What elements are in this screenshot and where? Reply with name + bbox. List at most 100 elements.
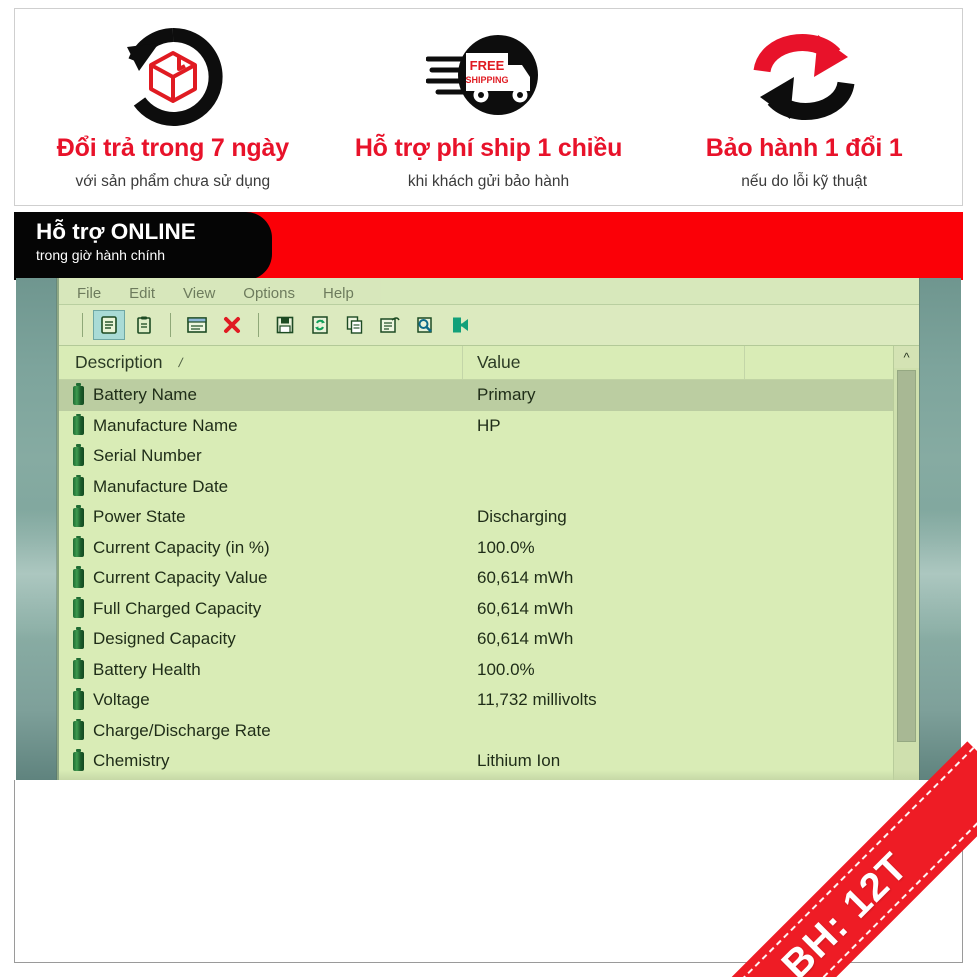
promo-feature-subtitle: với sản phẩm chưa sử dụng [75,172,271,190]
row-value-cell: Primary [477,385,536,405]
svg-text:FREE: FREE [469,58,504,73]
column-header-description-label: Description [75,352,163,372]
row-description-cell: Designed Capacity [59,627,463,649]
return-box-icon [119,21,227,133]
row-description-label: Power State [93,507,186,527]
free-shipping-truck-icon: FREE SHIPPING [425,21,552,133]
battery-icon [73,596,84,619]
menu-item-file[interactable]: File [77,285,101,302]
find-icon[interactable] [409,310,441,340]
html-report-icon[interactable] [374,310,406,340]
row-value-cell: 100.0% [477,537,535,557]
battery-icon [73,413,84,436]
menu-item-view[interactable]: View [183,285,215,302]
column-header-value[interactable]: Value [463,346,745,379]
row-description-cell: Serial Number [59,444,463,466]
sort-indicator-icon: / [176,355,184,370]
support-title: Hỗ trợ ONLINE [36,219,196,244]
table-row[interactable]: Voltage 11,732 millivolts [59,685,893,716]
promo-banner: Đổi trả trong 7 ngày với sản phẩm chưa s… [14,8,963,206]
column-headers: Description / Value [59,346,893,380]
row-description-cell: Manufacture Name [59,413,463,436]
scrollbar-thumb[interactable] [897,370,916,742]
row-description-label: Current Capacity Value [93,568,268,588]
toolbar-separator [82,313,83,337]
delete-red-x-icon[interactable] [216,310,248,340]
scroll-up-arrow-icon[interactable]: ^ [894,346,919,368]
list-rows: Battery Name Primary Manufacture Name HP Ser… [59,380,893,780]
row-description-cell: Chemistry [59,749,463,771]
copy-icon[interactable] [339,310,371,340]
battery-icon [73,657,84,680]
menu-item-options[interactable]: Options [243,285,295,302]
refresh-icon[interactable] [304,310,336,340]
table-row[interactable]: Full Charged Capacity 60,614 mWh [59,594,893,625]
battery-icon [73,566,84,588]
menu-item-help[interactable]: Help [323,285,354,302]
table-row[interactable]: Battery Health 100.0% [59,655,893,686]
row-description-label: Current Capacity (in %) [93,537,270,557]
support-subtitle: trong giờ hành chính [36,246,166,263]
vertical-scrollbar[interactable]: ^ [893,346,919,780]
row-value-cell: 60,614 mWh [477,568,574,588]
window-bottom-fade [59,770,919,780]
row-description-cell: Battery Name [59,383,463,405]
toolbar [59,304,919,346]
properties-icon[interactable] [93,310,125,340]
warranty-exchange-icon [748,21,860,133]
row-value-cell: Lithium Ion [477,751,561,771]
battery-icon [73,474,84,497]
battery-icon [73,444,84,466]
row-description-label: Manufacture Name [93,415,238,435]
promo-feature-warranty: Bảo hành 1 đổi 1 nếu do lỗi kỹ thuật [646,9,962,205]
row-value-cell: HP [477,415,501,435]
row-description-cell: Battery Health [59,657,463,680]
battery-icon [73,383,84,405]
toolbar-separator [170,313,171,337]
row-value-cell: 100.0% [477,659,535,679]
promo-feature-subtitle: khi khách gửi bảo hành [407,172,570,190]
row-description-label: Charge/Discharge Rate [93,720,271,740]
row-description-label: Manufacture Date [93,476,229,496]
battery-icon [73,688,84,710]
clipboard-icon[interactable] [128,310,160,340]
table-row[interactable]: Current Capacity (in %) 100.0% [59,533,893,564]
promo-feature-title: Đổi trả trong 7 ngày [56,134,289,162]
row-description-label: Battery Health [93,659,201,679]
menu-item-edit[interactable]: Edit [129,285,155,302]
row-description-label: Designed Capacity [93,629,236,649]
battery-icon [73,535,84,558]
row-description-label: Voltage [93,690,150,710]
toolbar-separator [258,313,259,337]
window-view-icon[interactable] [181,310,213,340]
row-description-cell: Power State [59,505,463,527]
product-listing-image: Đổi trả trong 7 ngày với sản phẩm chưa s… [0,0,977,977]
row-description-cell: Voltage [59,688,463,710]
column-header-description[interactable]: Description / [59,346,463,379]
table-row[interactable]: Battery Name Primary [59,380,893,411]
table-row[interactable]: Power State Discharging [59,502,893,533]
exit-door-icon[interactable] [444,310,476,340]
table-row[interactable]: Manufacture Name HP [59,411,893,442]
column-header-value-label: Value [477,352,521,372]
row-description-label: Chemistry [93,751,170,771]
promo-feature-title: Bảo hành 1 đổi 1 [705,134,903,162]
table-row[interactable]: Charge/Discharge Rate [59,716,893,747]
promo-feature-title: Hỗ trợ phí ship 1 chiều [354,134,623,162]
promo-feature-subtitle: nếu do lỗi kỹ thuật [741,172,868,190]
row-value-cell: 60,614 mWh [477,629,574,649]
battery-icon [73,718,84,741]
table-row[interactable]: Serial Number [59,441,893,472]
row-description-label: Battery Name [93,385,197,405]
row-description-cell: Current Capacity Value [59,566,463,588]
row-description-cell: Full Charged Capacity [59,596,463,619]
battery-icon [73,749,84,771]
row-description-cell: Manufacture Date [59,474,463,497]
save-floppy-icon[interactable] [269,310,301,340]
battery-info-window: File Edit View Options Help Description … [57,278,919,780]
table-row[interactable]: Manufacture Date [59,472,893,503]
row-value-cell: Discharging [477,507,567,527]
battery-icon [73,505,84,527]
table-row[interactable]: Current Capacity Value 60,614 mWh [59,563,893,594]
table-row[interactable]: Designed Capacity 60,614 mWh [59,624,893,655]
